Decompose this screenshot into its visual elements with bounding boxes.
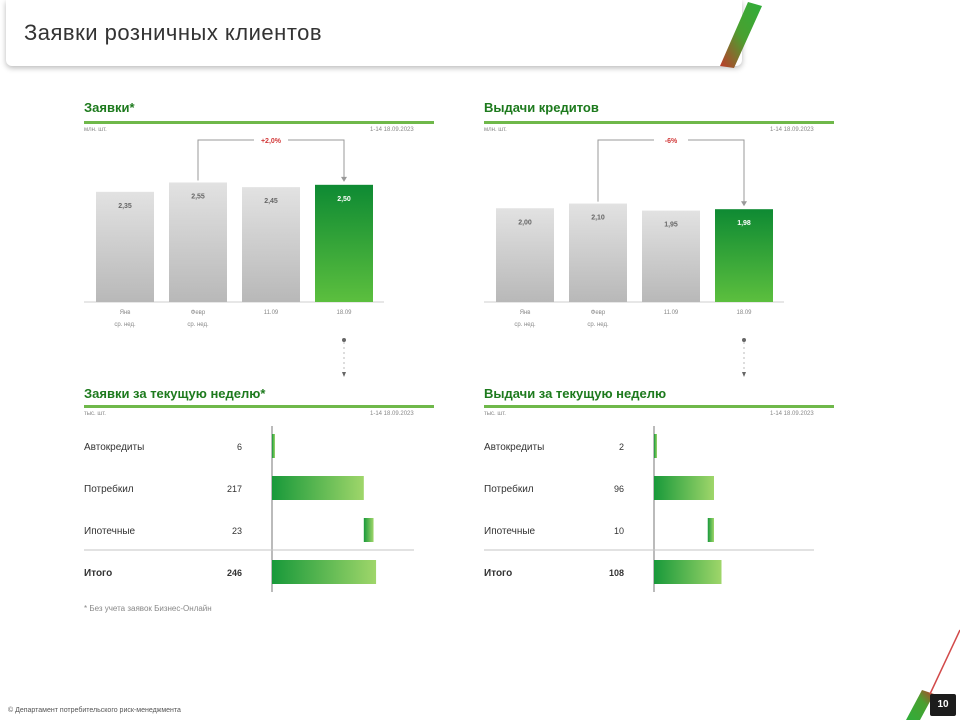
value-label-2: 1,95 [664,222,678,229]
value-label-1: 2,10 [591,215,605,222]
hbar-3 [272,560,377,584]
change-label: +2,0% [261,138,282,145]
row-value-2: 10 [614,526,624,536]
change-label: -6% [665,138,678,145]
row-label-1: Потребкил [484,483,534,495]
category-label-1: Февр [591,310,606,316]
row-value-1: 217 [227,484,242,494]
change-arrowhead [341,176,347,182]
value-label-1: 2,55 [191,193,205,200]
page-title: Заявки розничных клиентов [24,20,323,45]
hbar-2 [363,518,374,542]
hbar-0 [654,434,657,458]
panel-title-week-loans: Выдачи за текущую неделю [484,386,667,401]
connector-arrowhead [742,372,746,377]
value-label-2: 2,45 [264,198,278,205]
range-week-applications: 1-14 18.09.2023 [370,411,414,417]
page-number: 10 [930,694,956,716]
value-label-3: 1,98 [737,220,751,227]
change-bracket [197,139,345,181]
row-label-0: Автокредиты [484,442,544,453]
row-label-2: Ипотечные [484,526,536,537]
category-label-2: 11.09 [664,310,679,316]
category-sub-label-1: ср. нед. [187,322,209,328]
unit-week-loans: тыс. шт. [484,411,506,417]
row-value-2: 23 [232,526,242,536]
connector-dot [342,338,346,342]
hbar-1 [272,476,364,500]
category-sub-label-0: ср. нед. [514,322,536,328]
row-value-0: 6 [237,442,242,452]
loans-bar-chart: 2,00 Янв ср. нед. 2,10 Февр ср. нед. 1,95 11.09… [484,138,784,377]
hbar-0 [272,434,275,458]
hbar-3 [654,560,722,584]
row-value-1: 96 [614,484,624,494]
category-label-3: 18.09 [336,310,352,316]
row-value-3: 246 [227,568,242,578]
applications-bar-chart: 2,35 Янв ср. нед. 2,55 Февр ср. нед. 2,45 11.09… [84,138,384,377]
row-label-1: Потребкил [84,483,134,495]
panel-title-loans: Выдачи кредитов [484,100,599,115]
row-label-3: Итого [84,568,112,579]
rule-week-loans [484,405,834,408]
hbar-2 [707,518,714,542]
connector-dot [742,338,746,342]
change-arrowhead [741,201,747,207]
value-label-0: 2,00 [518,219,532,226]
category-sub-label-0: ср. нед. [114,322,136,328]
row-value-3: 108 [609,568,624,578]
panel-title-week-applications: Заявки за текущую неделю* [84,386,266,401]
category-label-2: 11.09 [264,310,279,316]
rule-loans [484,121,834,124]
row-value-0: 2 [619,442,624,452]
hbar-1 [654,476,714,500]
week-applications-bar-chart: Автокредиты 6 Потребкил 217 Ипотечные 23 Итого… [84,426,414,592]
category-label-1: Февр [191,310,206,316]
title-bar: Заявки розничных клиентов [6,0,742,66]
range-week-loans: 1-14 18.09.2023 [770,411,814,417]
category-label-3: 18.09 [736,310,752,316]
brand-stroke-icon [720,2,762,68]
rule-applications [84,121,434,124]
category-label-0: Янв [120,310,131,316]
value-label-0: 2,35 [118,203,132,210]
unit-week-applications: тыс. шт. [84,411,106,417]
row-label-3: Итого [484,568,512,579]
footnote: * Без учета заявок Бизнес-Онлайн [84,604,212,613]
panel-title-applications: Заявки* [84,100,135,115]
rule-week-applications [84,405,434,408]
week-loans-bar-chart: Автокредиты 2 Потребкил 96 Ипотечные 10 Итого 1… [484,426,814,592]
row-label-2: Ипотечные [84,526,136,537]
value-label-3: 2,50 [337,196,351,203]
connector-arrowhead [342,372,346,377]
change-bracket [597,139,745,206]
copyright: © Департамент потребительского риск-мене… [8,707,181,714]
row-label-0: Автокредиты [84,442,144,453]
category-sub-label-1: ср. нед. [587,322,609,328]
category-label-0: Янв [520,310,531,316]
